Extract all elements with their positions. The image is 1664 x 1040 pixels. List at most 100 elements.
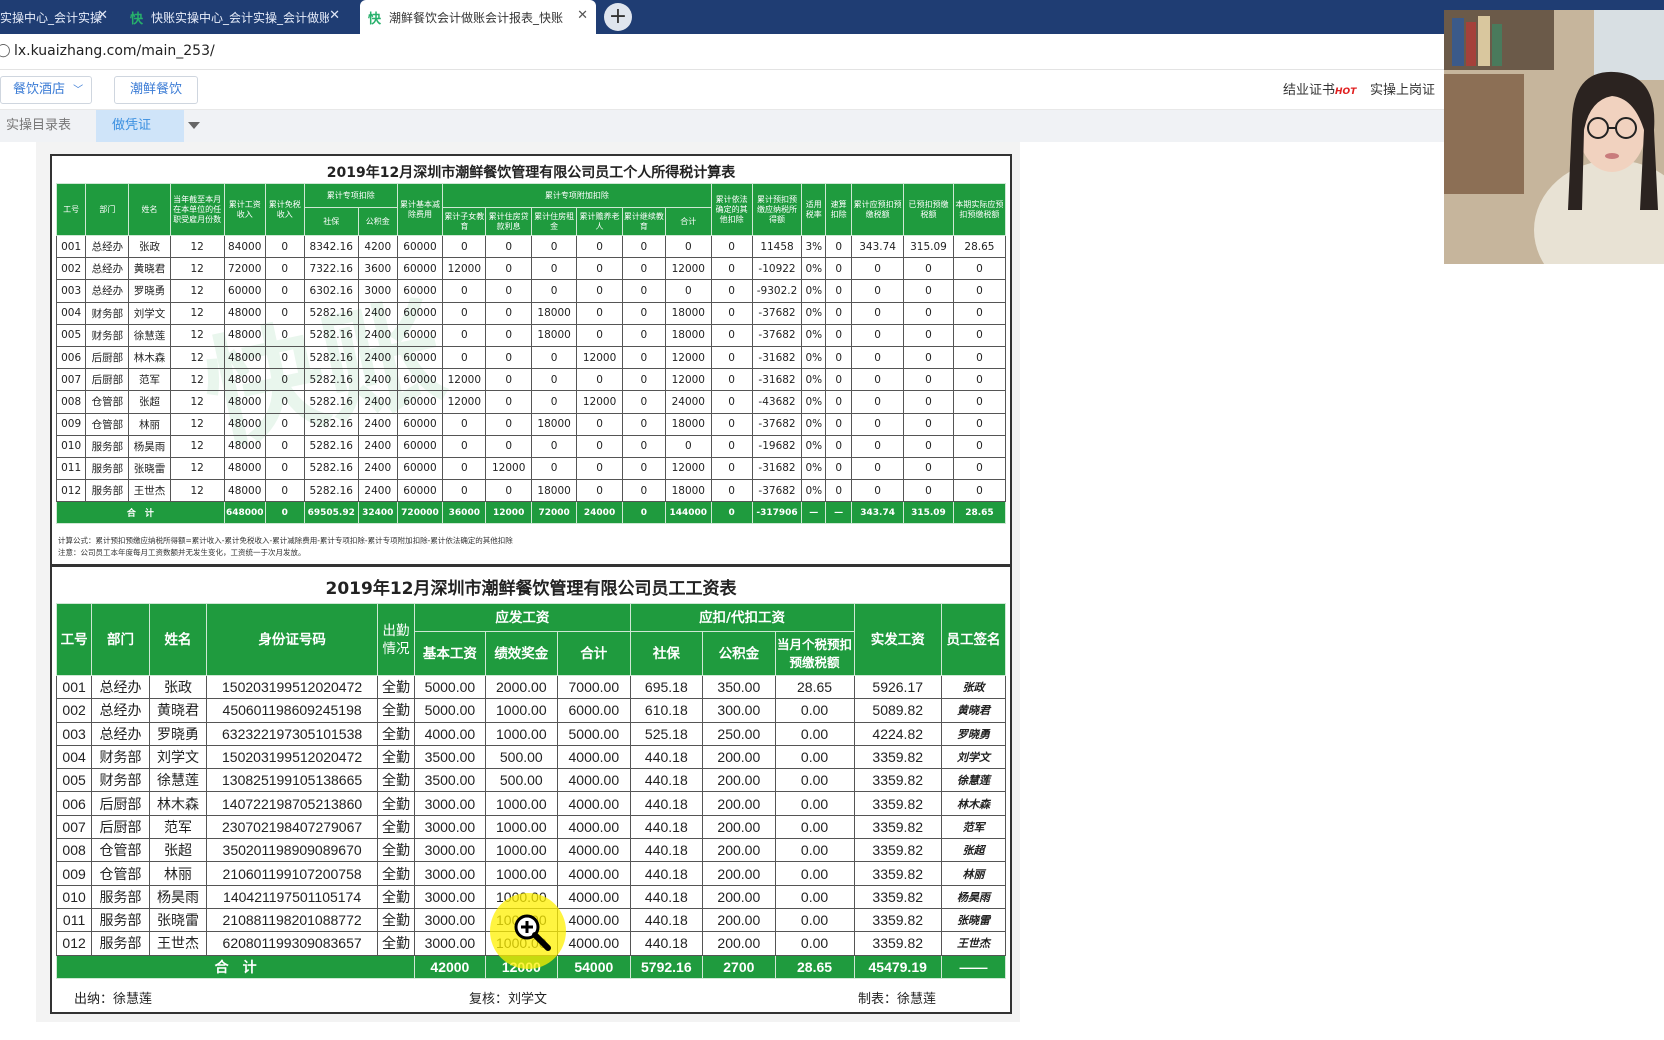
table-cell: 0 (485, 412, 532, 436)
tab-voucher[interactable]: 做凭证× (96, 110, 184, 165)
table-cell: 0% (801, 456, 827, 481)
col-header: 累计专项附加扣除 (442, 183, 712, 208)
table-cell: 0 (621, 479, 667, 503)
url-text[interactable]: lx.kuaizhang.com/main_253/ (14, 43, 215, 59)
table-cell: 620801199309083657 (206, 931, 378, 956)
table-cell: 18000 (665, 323, 712, 347)
table-cell: 0 (851, 434, 905, 458)
col-header: 社保 (303, 207, 359, 236)
company-button[interactable]: 潮鲜餐饮 (114, 76, 198, 104)
table-cell: 200.00 (702, 768, 776, 793)
table-cell: 全勤 (376, 721, 416, 746)
onjob-certificate-link[interactable]: 实操上岗证 (1370, 79, 1435, 98)
total-cell: — (801, 501, 827, 525)
table-cell: 0 (530, 257, 578, 281)
table-cell: 18000 (530, 479, 578, 503)
table-cell: 1000.00 (484, 791, 559, 816)
total-cell: 2700 (702, 954, 776, 979)
col-header: 部门 (91, 603, 150, 676)
table-cell: 0 (530, 390, 578, 414)
address-bar[interactable]: ◯ lx.kuaizhang.com/main_253/ (0, 34, 1664, 70)
table-cell: 4000.00 (414, 721, 486, 746)
table-cell: 0 (576, 456, 623, 481)
tax-table-body: 001 总经办 张政 12 84000 0 8342.16 4200 60000 0 0 0 0 0 0 0 1… (55, 234, 1007, 525)
tab-catalog[interactable]: 实操目录表 (6, 110, 71, 142)
table-cell: 林丽 (128, 412, 171, 436)
table-cell: 6000.00 (557, 698, 631, 723)
browser-tab-active[interactable]: 快 潮鲜餐饮会计做账会计报表_快账 ✕ (360, 0, 596, 34)
table-cell: 张政 (128, 234, 171, 259)
table-cell: 0.00 (774, 884, 855, 909)
table-cell: 200.00 (702, 884, 776, 909)
table-cell: 后厨部 (85, 368, 130, 392)
table-cell: 004 (55, 301, 87, 325)
table-cell: 张超 (148, 838, 208, 863)
table-cell: 0 (710, 456, 753, 481)
signature-cell: 王世杰 (940, 931, 1007, 956)
table-cell: 0 (710, 368, 753, 392)
col-header: 应扣/代扣工资 (629, 603, 855, 632)
close-icon[interactable]: ✕ (329, 8, 340, 23)
col-header: 工号 (55, 603, 93, 676)
table-cell: 张超 (128, 390, 171, 414)
industry-select[interactable]: 餐饮酒店 ﹀ (0, 76, 92, 104)
signature-cell: 林丽 (940, 861, 1007, 886)
close-icon[interactable]: ✕ (97, 8, 108, 23)
hot-badge: HOT (1335, 87, 1357, 97)
table-cell: 003 (55, 279, 87, 303)
table-cell: 1000.00 (484, 721, 559, 746)
table-cell: 0 (952, 412, 1007, 436)
table-cell: 0 (485, 234, 532, 259)
table-cell: 250.00 (702, 721, 776, 746)
col-header: 当年截至本月在本单位的任职受雇月份数 (169, 183, 225, 236)
table-cell: 0 (825, 368, 853, 392)
table-cell: 4000.00 (557, 861, 631, 886)
table-cell: 后厨部 (85, 345, 130, 370)
table-cell: 002 (55, 257, 87, 281)
certificate-link[interactable]: 结业证书HOT (1283, 79, 1356, 98)
table-cell: 0 (485, 479, 532, 503)
col-header: 姓名 (148, 603, 208, 676)
total-cell: 0 (264, 501, 305, 525)
browser-tab-2[interactable]: 快 快账实操中心_会计实操_会计做账 ✕ (122, 0, 348, 34)
presenter-video-icon (1444, 10, 1664, 264)
table-cell: 4000.00 (557, 791, 631, 816)
new-tab-button[interactable]: + (604, 3, 632, 31)
table-cell: 0.00 (774, 791, 855, 816)
table-cell: 0 (825, 279, 853, 303)
table-cell: 525.18 (629, 721, 704, 746)
table-cell: 011 (55, 907, 93, 933)
table-cell: 刘学文 (148, 744, 208, 770)
table-cell: 全勤 (376, 884, 416, 909)
table-row: 009 仓管部 林丽 210601199107200758 全勤 3000.00 1000.… (55, 861, 1007, 886)
table-cell: 0 (825, 257, 853, 281)
table-cell: 0% (801, 390, 827, 414)
col-header: 速算扣除 (825, 183, 853, 236)
table-cell: 0% (801, 412, 827, 436)
table-cell: 3% (801, 234, 827, 259)
table-cell: 002 (55, 698, 93, 723)
signature-cell: 刘学文 (940, 744, 1007, 770)
table-cell: 0.00 (774, 698, 855, 723)
table-cell: 4000.00 (557, 768, 631, 793)
table-cell: 350.00 (702, 674, 776, 700)
table-cell: -37682 (751, 301, 803, 325)
table-cell: 0 (665, 234, 712, 259)
site-info-icon[interactable]: ◯ (0, 43, 11, 58)
table-cell: 12000 (665, 257, 712, 281)
total-cell: 5792.16 (629, 954, 704, 979)
table-cell: 4000.00 (557, 744, 631, 770)
col-header: 身份证号码 (206, 603, 378, 676)
table-cell: 0 (621, 323, 667, 347)
total-cell: 69505.92 (303, 501, 359, 525)
table-cell: 12000 (665, 368, 712, 392)
table-cell: 0 (851, 257, 905, 281)
tab-dropdown-icon[interactable] (188, 122, 200, 129)
table-cell: 财务部 (85, 323, 130, 347)
table-cell: 6302.16 (303, 279, 359, 303)
browser-tab-1[interactable]: 实操中心_会计实操 ✕ (0, 0, 116, 34)
table-row: 004 财务部 刘学文 12 48000 0 5282.16 2400 60000 0 0 18000… (55, 301, 1007, 325)
table-cell: 仓管部 (91, 861, 150, 886)
col-header: 姓名 (128, 183, 171, 236)
close-icon[interactable]: ✕ (577, 8, 588, 23)
